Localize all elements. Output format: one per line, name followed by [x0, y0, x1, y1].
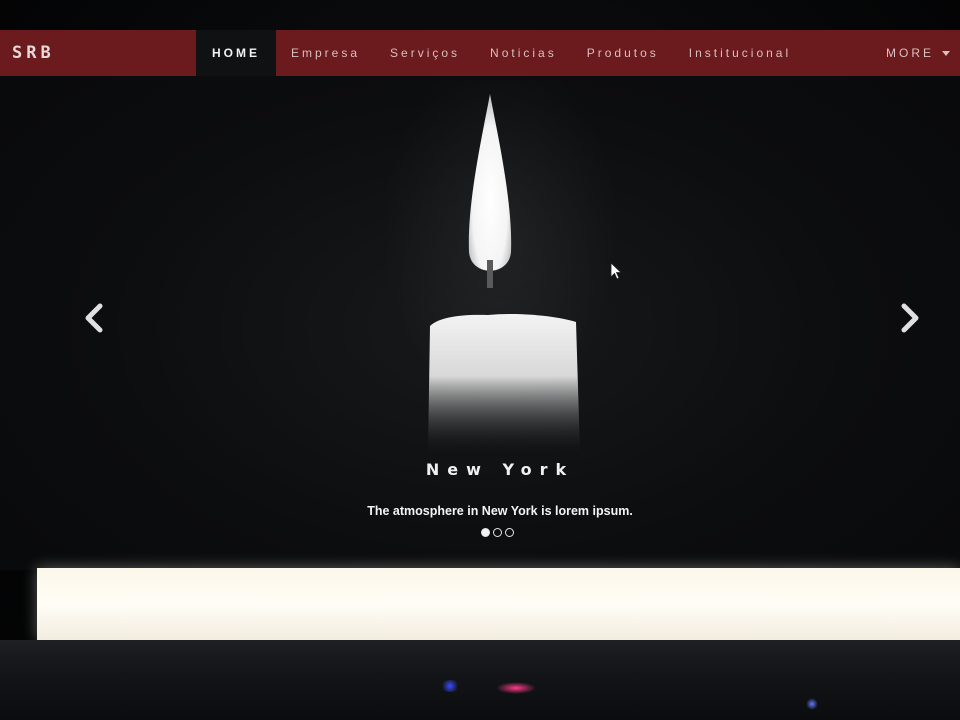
nav-item-produtos[interactable]: Produtos [572, 30, 674, 76]
carousel-indicator-3[interactable] [505, 528, 514, 537]
nav-item-more-dropdown[interactable]: MORE [871, 30, 960, 76]
carousel-caption-text: The atmosphere in New York is lorem ipsu… [367, 504, 633, 518]
navbar: SRB HOME Empresa Serviços Noticias Produ… [0, 30, 960, 76]
carousel-caption-title: New York [425, 460, 575, 479]
nav-item-servicos[interactable]: Serviços [375, 30, 475, 76]
carousel-prev-chevron-left-icon[interactable] [80, 300, 110, 336]
caret-down-icon [942, 50, 950, 56]
blue-led-light [440, 680, 460, 692]
more-label: MORE [886, 46, 934, 60]
power-led-light [806, 698, 818, 710]
carousel-indicators [481, 528, 514, 537]
nav-item-home[interactable]: HOME [196, 30, 276, 76]
mouse-pointer-icon [610, 262, 622, 280]
nav-item-empresa[interactable]: Empresa [276, 30, 375, 76]
candle-body-image [428, 313, 580, 452]
carousel-indicator-2[interactable] [493, 528, 502, 537]
candle-flame-image [468, 94, 512, 288]
nav-item-institucional[interactable]: Institucional [674, 30, 806, 76]
nav-item-noticias[interactable]: Noticias [475, 30, 572, 76]
brand-logo[interactable]: SRB [0, 30, 196, 76]
pink-led-light [496, 682, 536, 694]
carousel-indicator-1[interactable] [481, 528, 490, 537]
content-section-white-band [37, 568, 960, 640]
carousel-next-chevron-right-icon[interactable] [894, 300, 924, 336]
monitor-bezel [0, 640, 960, 720]
